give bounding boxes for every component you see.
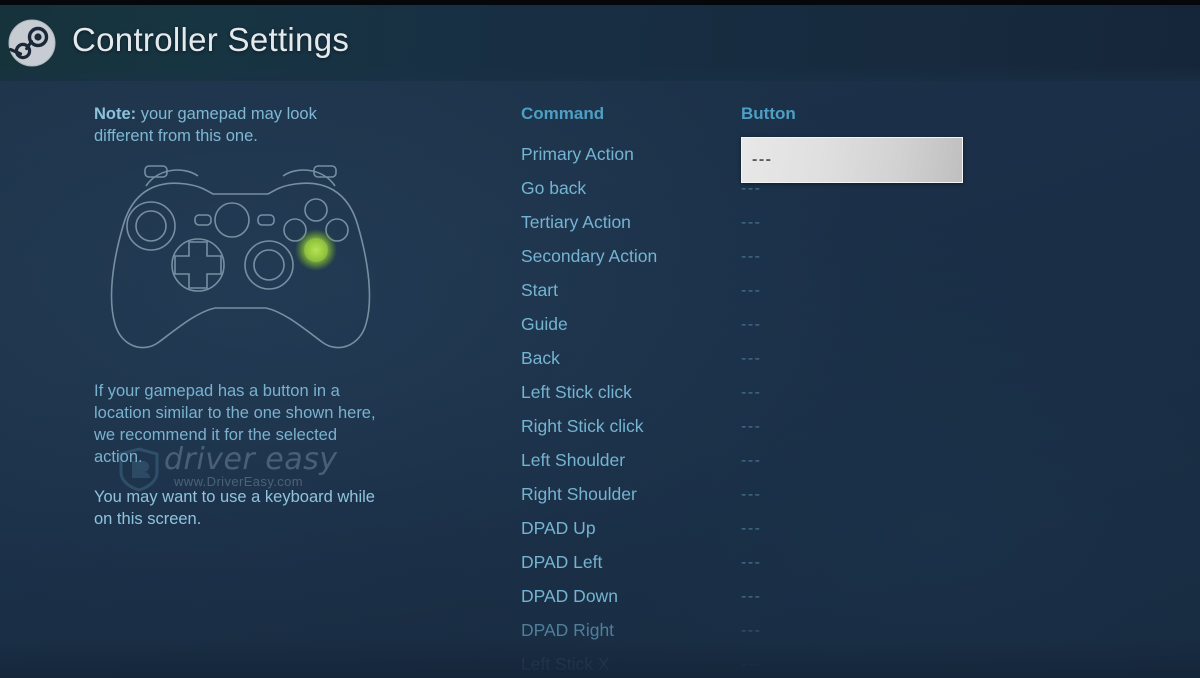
column-header-command: Command <box>521 104 605 123</box>
button-value[interactable]: --- <box>741 248 761 266</box>
table-row[interactable]: Start --- <box>521 280 991 314</box>
command-label: Right Shoulder <box>521 484 637 504</box>
command-label: Tertiary Action <box>521 212 631 232</box>
button-value[interactable]: --- <box>741 316 761 334</box>
command-label: Go back <box>521 178 587 198</box>
command-label: Left Stick click <box>521 382 632 402</box>
command-label: DPAD Down <box>521 586 618 606</box>
button-binding-value: --- <box>752 151 773 168</box>
table-row[interactable]: Back --- <box>521 348 991 382</box>
command-label: DPAD Left <box>521 552 603 572</box>
command-label: DPAD Up <box>521 518 596 538</box>
table-row[interactable]: Right Shoulder --- <box>521 484 991 518</box>
button-value[interactable]: --- <box>741 520 761 538</box>
command-label: Back <box>521 348 560 368</box>
button-value[interactable]: --- <box>741 554 761 572</box>
table-row[interactable]: Go back --- <box>521 178 991 212</box>
column-header-button: Button <box>741 104 796 123</box>
button-value[interactable]: --- <box>741 214 761 232</box>
bindings-table: Command Button Primary Action Go back --- T… <box>0 0 1200 678</box>
command-label: Left Stick X <box>521 654 610 674</box>
button-value[interactable]: --- <box>741 656 761 674</box>
table-row[interactable]: DPAD Left --- <box>521 552 991 586</box>
controller-settings-screen: Controller Settings Note: your gamepad m… <box>0 0 1200 678</box>
command-label: Right Stick click <box>521 416 644 436</box>
button-value[interactable]: --- <box>741 486 761 504</box>
button-value[interactable]: --- <box>741 588 761 606</box>
table-row[interactable]: Secondary Action --- <box>521 246 991 280</box>
command-label: Left Shoulder <box>521 450 626 470</box>
command-label: Guide <box>521 314 568 334</box>
command-label: Primary Action <box>521 144 634 164</box>
table-row[interactable]: DPAD Down --- <box>521 586 991 620</box>
command-label: Secondary Action <box>521 246 658 266</box>
table-row[interactable]: Left Shoulder --- <box>521 450 991 484</box>
button-value[interactable]: --- <box>741 418 761 436</box>
button-binding-input[interactable]: --- <box>741 137 963 183</box>
command-label: DPAD Right <box>521 620 615 640</box>
command-label: Start <box>521 280 558 300</box>
table-row[interactable]: Right Stick click --- <box>521 416 991 450</box>
table-row[interactable]: Tertiary Action --- <box>521 212 991 246</box>
table-row[interactable]: DPAD Up --- <box>521 518 991 552</box>
table-row[interactable]: Left Stick X --- <box>521 654 991 678</box>
steam-logo-icon <box>8 19 56 67</box>
button-value[interactable]: --- <box>741 350 761 368</box>
table-row[interactable]: Left Stick click --- <box>521 382 991 416</box>
button-value[interactable]: --- <box>741 282 761 300</box>
button-value[interactable]: --- <box>741 384 761 402</box>
table-row[interactable]: Guide --- <box>521 314 991 348</box>
page-title: Controller Settings <box>72 21 350 58</box>
table-row[interactable]: DPAD Right --- <box>521 620 991 654</box>
button-value[interactable]: --- <box>741 622 761 640</box>
letterbox-bar-top <box>0 0 1200 5</box>
app-header: Controller Settings <box>0 5 1200 81</box>
button-value[interactable]: --- <box>741 452 761 470</box>
